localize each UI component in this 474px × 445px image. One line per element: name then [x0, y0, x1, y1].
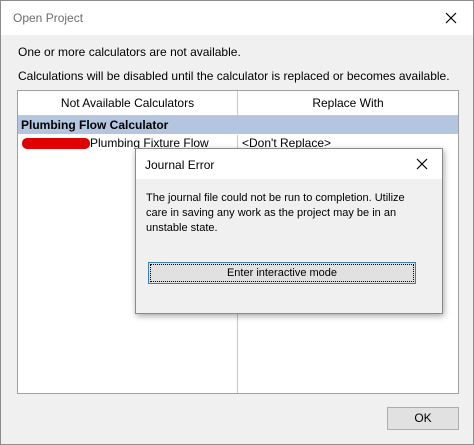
open-project-title: Open Project: [13, 11, 84, 25]
open-project-titlebar[interactable]: Open Project: [1, 1, 473, 35]
ok-button[interactable]: OK: [387, 407, 459, 430]
journal-error-message: The journal file could not be run to com…: [146, 192, 405, 234]
group-row-plumbing[interactable]: Plumbing Flow Calculator: [18, 116, 458, 134]
unavailable-message: One or more calculators are not availabl…: [18, 45, 241, 59]
journal-error-titlebar[interactable]: Journal Error: [136, 149, 442, 179]
close-icon: [416, 158, 428, 170]
journal-error-title: Journal Error: [145, 158, 215, 172]
header-not-available[interactable]: Not Available Calculators: [18, 91, 238, 116]
journal-error-dialog: Journal Error The journal file could not…: [135, 148, 443, 314]
journal-error-close-button[interactable]: [402, 149, 442, 179]
header-replace-with[interactable]: Replace With: [238, 91, 458, 116]
disabled-message: Calculations will be disabled until the …: [18, 69, 450, 83]
open-project-close-button[interactable]: [429, 1, 473, 35]
group-label: Plumbing Flow Calculator: [21, 118, 169, 132]
redaction-mark: [22, 138, 90, 149]
close-icon: [445, 12, 457, 24]
enter-interactive-mode-button[interactable]: Enter interactive mode: [148, 262, 416, 284]
